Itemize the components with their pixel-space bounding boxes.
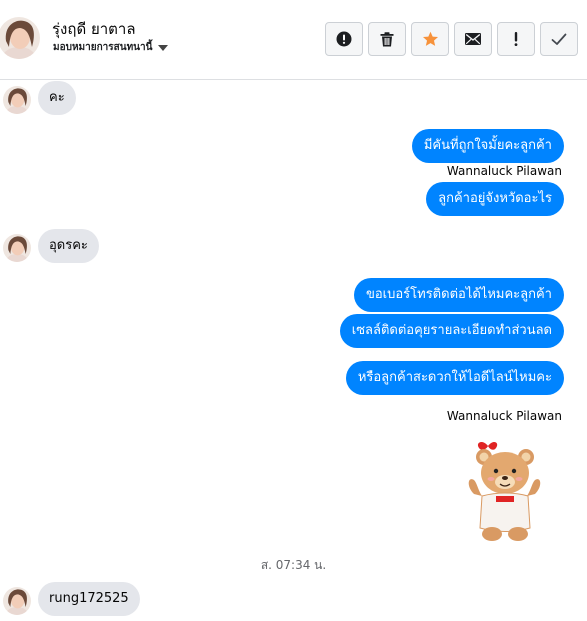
outgoing-message[interactable]: หรือลูกค้าสะดวกให้ไอดีไลน์ไหมคะ: [345, 361, 564, 395]
assign-label: มอบหมายการสนทนานี้: [53, 42, 153, 53]
star-icon: [422, 31, 438, 46]
contact-avatar-small[interactable]: [3, 86, 31, 114]
sender-name: Wannaluck Pilawan: [446, 409, 562, 423]
message-timestamp: ส. 07:34 น.: [260, 558, 327, 572]
done-button[interactable]: [540, 22, 578, 56]
mark-unread-button[interactable]: [454, 22, 492, 56]
caret-down-icon: [158, 44, 169, 51]
outgoing-message[interactable]: มีคันที่ถูกใจมั้ยคะลูกค้า: [411, 129, 564, 163]
checkmark-icon: [551, 33, 567, 45]
exclamation-icon: [514, 32, 518, 46]
alert-circle-icon: [336, 31, 352, 47]
conversation-toolbar: [325, 22, 578, 56]
report-button[interactable]: [325, 22, 363, 56]
conversation-header: รุ่งฤดี ยาตาล มอบหมายการสนทนานี้: [0, 0, 587, 80]
incoming-message[interactable]: คะ: [38, 81, 76, 115]
delete-button[interactable]: [368, 22, 406, 56]
contact-avatar[interactable]: [0, 17, 40, 59]
incoming-message[interactable]: rung172525: [38, 582, 140, 616]
teddy-bear-sticker[interactable]: [462, 436, 547, 544]
important-button[interactable]: [497, 22, 535, 56]
assign-conversation-dropdown[interactable]: มอบหมายการสนทนานี้: [53, 40, 169, 55]
envelope-icon: [465, 33, 481, 45]
contact-name[interactable]: รุ่งฤดี ยาตาล: [52, 17, 136, 41]
outgoing-message[interactable]: เซลล์ติดต่อคุยรายละเอียดทำส่วนลด: [339, 314, 564, 348]
incoming-message[interactable]: อุดรคะ: [38, 229, 99, 263]
contact-avatar-small[interactable]: [3, 587, 31, 615]
trash-icon: [380, 31, 394, 46]
outgoing-message[interactable]: ขอเบอร์โทรติดต่อได้ไหมคะลูกค้า: [353, 278, 564, 312]
star-button[interactable]: [411, 22, 449, 56]
outgoing-message[interactable]: ลูกค้าอยู่จังหวัดอะไร: [426, 182, 564, 216]
sender-name: Wannaluck Pilawan: [446, 164, 562, 178]
contact-avatar-small[interactable]: [3, 234, 31, 262]
